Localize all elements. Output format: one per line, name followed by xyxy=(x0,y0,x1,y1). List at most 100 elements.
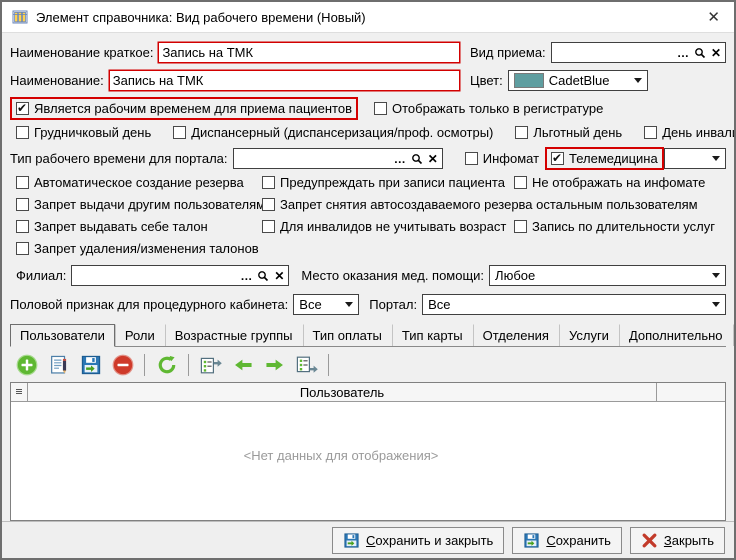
edit-button[interactable] xyxy=(46,352,71,377)
gender-select[interactable]: Все xyxy=(293,294,359,315)
checkbox-box xyxy=(16,220,29,233)
users-grid: Пользователь <Нет данных для отображения… xyxy=(10,382,726,521)
checkbox-label: Льготный день xyxy=(533,125,622,140)
save-and-close-button[interactable]: Сохранить и закрыть xyxy=(332,527,504,554)
reception-type-field[interactable]: … ✕ xyxy=(551,42,726,63)
save-icon xyxy=(523,532,540,549)
checkbox-disabled-ignore-age[interactable]: Для инвалидов не учитывать возраст xyxy=(262,219,514,234)
color-swatch xyxy=(514,73,544,88)
checkbox-dispensary[interactable]: Диспансерный (диспансеризация/проф. осмо… xyxy=(173,125,493,140)
grid-header: Пользователь xyxy=(11,383,725,402)
checkbox-box xyxy=(551,152,564,165)
branch-input[interactable] xyxy=(76,268,235,283)
short-name-input[interactable] xyxy=(158,42,460,63)
tab-users[interactable]: Пользователи xyxy=(10,324,115,347)
tab-age-groups[interactable]: Возрастные группы xyxy=(165,324,303,346)
grid-header-stub xyxy=(657,383,725,401)
checkbox-box xyxy=(262,220,275,233)
checkbox-box xyxy=(173,126,186,139)
grid-toolbar xyxy=(10,347,726,382)
checkbox-registry-only[interactable]: Отображать только в регистратуре xyxy=(374,101,603,116)
short-name-label: Наименование краткое: xyxy=(10,45,153,60)
checkbox-warn-on-booking[interactable]: Предупреждать при записи пациента xyxy=(262,175,514,190)
move-left-icon xyxy=(232,354,254,376)
tab-departments[interactable]: Отделения xyxy=(473,324,559,346)
move-left-button[interactable] xyxy=(230,352,255,377)
checkbox-infant-day[interactable]: Грудничковый день xyxy=(16,125,151,140)
chevron-down-icon xyxy=(345,302,353,307)
tab-payment-type[interactable]: Тип оплаты xyxy=(303,324,392,346)
gender-value: Все xyxy=(299,297,340,312)
reception-type-label: Вид приема: xyxy=(470,45,546,60)
portal-value: Все xyxy=(428,297,707,312)
clear-button[interactable]: ✕ xyxy=(274,270,284,282)
checkbox-hide-on-infomat[interactable]: Не отображать на инфомате xyxy=(514,175,726,190)
close-button[interactable]: Закрыть xyxy=(630,527,725,554)
portal-worktime-label: Тип рабочего времени для портала: xyxy=(10,151,228,166)
checkbox-label: Инфомат xyxy=(483,151,539,166)
delete-button[interactable] xyxy=(110,352,135,377)
name-input[interactable] xyxy=(109,70,460,91)
checkbox-telemedicine[interactable]: Телемедицина xyxy=(551,151,658,166)
checkbox-forbid-self-ticket[interactable]: Запрет выдавать себе талон xyxy=(16,219,262,234)
checkbox-forbid-issue-others[interactable]: Запрет выдачи другим пользователям xyxy=(16,197,262,212)
search-button[interactable] xyxy=(694,47,706,59)
checkbox-duration-booking[interactable]: Запись по длительности услуг xyxy=(514,219,726,234)
portal-label: Портал: xyxy=(369,297,417,312)
checkbox-auto-reserve[interactable]: Автоматическое создание резерва xyxy=(16,175,262,190)
portal-worktime-input[interactable] xyxy=(238,151,389,166)
reception-type-input[interactable] xyxy=(556,45,672,60)
checkbox-forbid-delete-tickets[interactable]: Запрет удаления/изменения талонов xyxy=(16,241,259,256)
place-label: Место оказания мед. помощи: xyxy=(301,268,484,283)
tab-additional[interactable]: Дополнительно xyxy=(619,324,733,346)
grid-column-user[interactable]: Пользователь xyxy=(28,383,657,401)
save-label: Сохранить xyxy=(546,533,611,548)
ellipsis-button[interactable]: … xyxy=(240,270,252,282)
close-icon[interactable]: ✕ xyxy=(703,8,724,26)
tab-analyses[interactable]: Анализы xyxy=(733,324,736,346)
tab-roles[interactable]: Роли xyxy=(115,324,165,346)
chevron-down-icon xyxy=(712,156,720,161)
checkbox-label: Для инвалидов не учитывать возраст xyxy=(280,219,506,234)
add-button[interactable] xyxy=(14,352,39,377)
copy-from-list-button[interactable] xyxy=(198,352,223,377)
branch-field[interactable]: … ✕ xyxy=(71,265,289,286)
telemedicine-mode-select[interactable] xyxy=(664,148,726,169)
save-and-close-label: Сохранить и закрыть xyxy=(366,533,493,548)
checkbox-forbid-remove-reserve[interactable]: Запрет снятия автосоздаваемого резерва о… xyxy=(262,197,726,212)
checkbox-box xyxy=(262,198,275,211)
checkbox-infomat[interactable]: Инфомат xyxy=(465,151,539,166)
highlight-box-worktime: Является рабочим временем для приема пац… xyxy=(10,97,358,120)
grid-body[interactable]: <Нет данных для отображения> xyxy=(11,402,725,520)
tab-services[interactable]: Услуги xyxy=(559,324,619,346)
move-right-button[interactable] xyxy=(262,352,287,377)
checkbox-privileged-day[interactable]: Льготный день xyxy=(515,125,622,140)
search-button[interactable] xyxy=(411,153,423,165)
checkbox-label: Запись по длительности услуг xyxy=(532,219,715,234)
checkbox-box xyxy=(515,126,528,139)
portal-select[interactable]: Все xyxy=(422,294,726,315)
portal-worktime-field[interactable]: … ✕ xyxy=(233,148,443,169)
search-button[interactable] xyxy=(257,270,269,282)
checkbox-label: Грудничковый день xyxy=(34,125,151,140)
checkbox-box xyxy=(514,220,527,233)
color-label: Цвет: xyxy=(470,73,503,88)
save-row-button[interactable] xyxy=(78,352,103,377)
color-select[interactable]: CadetBlue xyxy=(508,70,648,91)
window-title: Элемент справочника: Вид рабочего времен… xyxy=(36,10,695,25)
ellipsis-button[interactable]: … xyxy=(394,153,406,165)
checkbox-label: Телемедицина xyxy=(569,151,658,166)
grid-indicator-header xyxy=(11,383,28,401)
table-icon xyxy=(12,9,28,25)
tab-card-type[interactable]: Тип карты xyxy=(392,324,473,346)
save-button[interactable]: Сохранить xyxy=(512,527,622,554)
refresh-icon xyxy=(156,354,178,376)
place-select[interactable]: Любое xyxy=(489,265,726,286)
refresh-button[interactable] xyxy=(154,352,179,377)
clear-button[interactable]: ✕ xyxy=(711,47,721,59)
clear-button[interactable]: ✕ xyxy=(428,153,438,165)
copy-to-list-button[interactable] xyxy=(294,352,319,377)
checkbox-is-worktime[interactable]: Является рабочим временем для приема пац… xyxy=(16,101,352,116)
checkbox-disabled-day[interactable]: День инвалидов xyxy=(644,125,736,140)
ellipsis-button[interactable]: … xyxy=(677,47,689,59)
